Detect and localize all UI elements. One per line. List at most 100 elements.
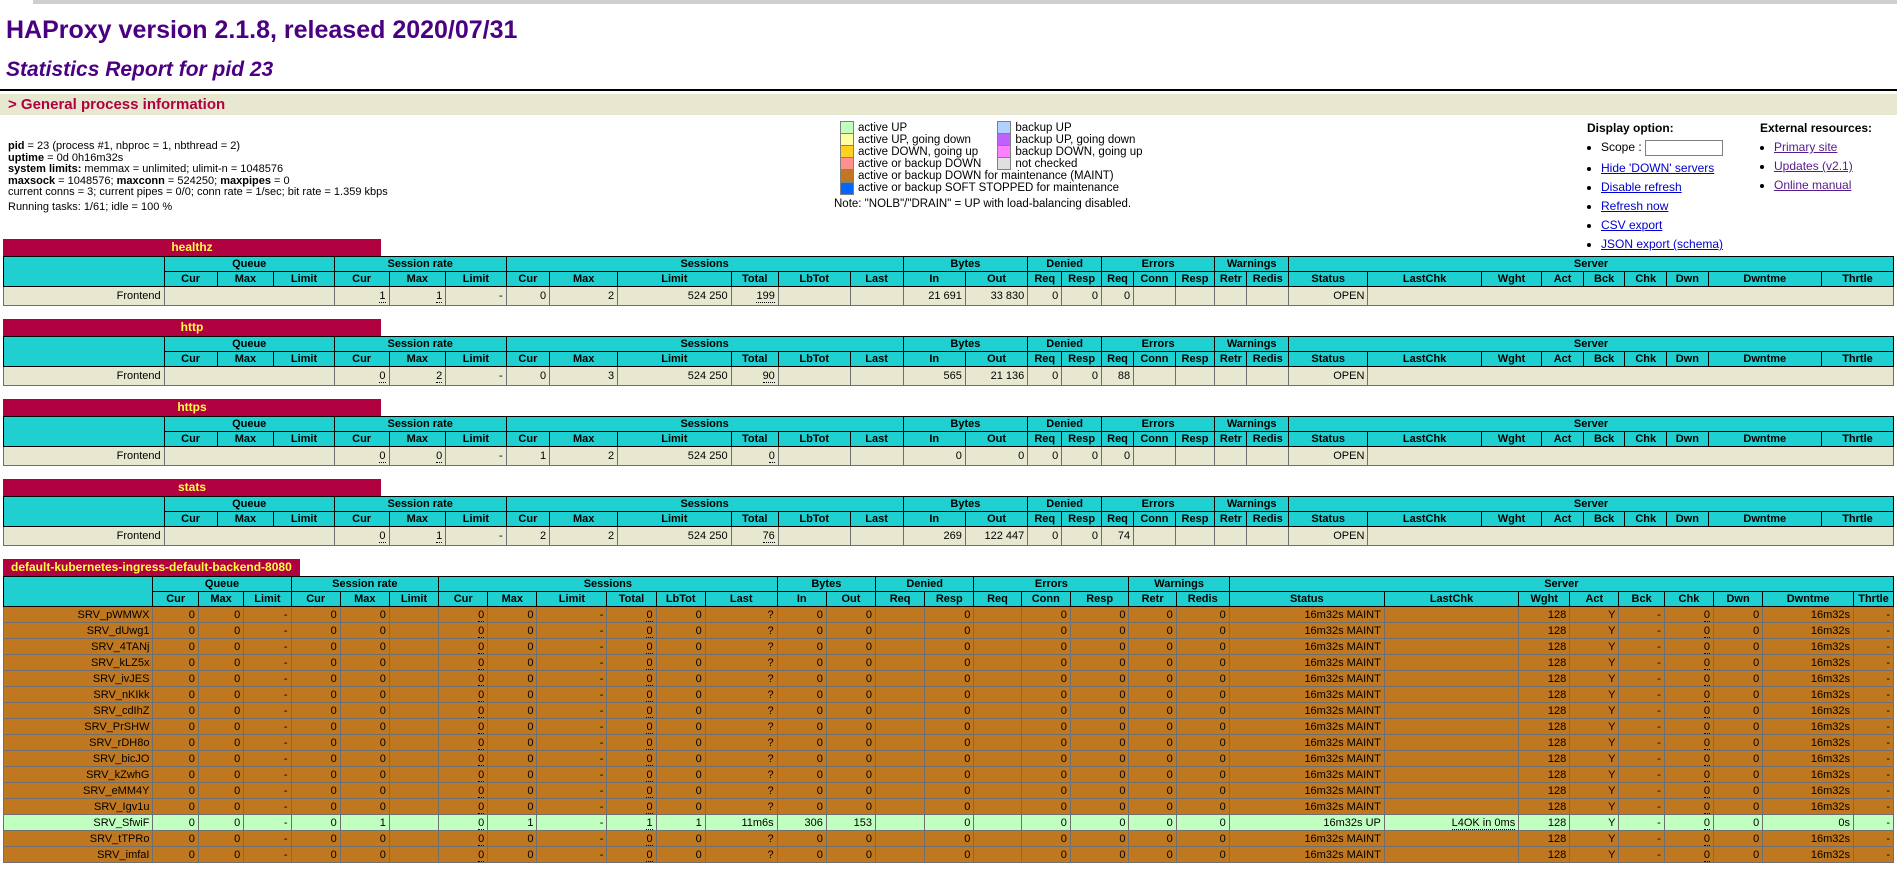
queue-cells — [164, 367, 334, 386]
act: Y — [1570, 655, 1619, 671]
column-header-sslim: Limit — [618, 272, 731, 287]
column-header-bck: Bck — [1619, 592, 1664, 607]
column-group-warnings: Warnings — [1215, 257, 1289, 272]
external-resource-link[interactable]: Updates (v2.1) — [1774, 159, 1853, 173]
column-header-bck: Bck — [1583, 512, 1625, 527]
display-option-link[interactable]: JSON export (schema) — [1601, 237, 1723, 251]
econn: 0 — [1021, 735, 1070, 751]
bout: 0 — [826, 703, 875, 719]
ereq — [974, 847, 1021, 863]
display-option-item: CSV export — [1601, 218, 1775, 232]
eresp: 0 — [1070, 735, 1129, 751]
column-header-dwntme: Dwntme — [1708, 432, 1821, 447]
warnings-redis — [1247, 367, 1289, 386]
qlim: - — [244, 847, 291, 863]
proxy-name-link[interactable]: stats — [3, 479, 381, 496]
last: ? — [705, 831, 777, 847]
last: ? — [705, 847, 777, 863]
qcur: 0 — [153, 831, 198, 847]
denied-req: 0 — [1028, 287, 1062, 306]
wretr: 0 — [1129, 783, 1176, 799]
wredis: 0 — [1176, 719, 1229, 735]
server-row-SRV_4TANj: SRV_4TANj00-00 00-00?00 0 000016m32s MAI… — [4, 639, 1894, 655]
status: 16m32s MAINT — [1229, 847, 1384, 863]
sscur: 0 — [439, 671, 488, 687]
column-header-dwntme: Dwntme — [1708, 352, 1821, 367]
warnings-retr — [1215, 527, 1247, 546]
last: ? — [705, 783, 777, 799]
display-option-link[interactable]: CSV export — [1601, 218, 1662, 232]
wredis: 0 — [1176, 703, 1229, 719]
column-header-dresp: Resp — [1062, 512, 1102, 527]
column-header-lbtot: LbTot — [656, 592, 705, 607]
legend-label: backup UP — [1011, 122, 1159, 134]
proxy-name-link[interactable]: healthz — [3, 239, 381, 256]
server-row-SRV_eMM4Y: SRV_eMM4Y00-00 00-00?00 0 000016m32s MAI… — [4, 783, 1894, 799]
external-resource-link[interactable]: Primary site — [1774, 140, 1837, 154]
eresp: 0 — [1070, 815, 1129, 831]
dwntme: 16m32s — [1763, 623, 1854, 639]
column-group-denied: Denied — [1028, 337, 1102, 352]
legend-row: active or backup DOWNnot checked — [841, 158, 1159, 170]
column-group-server: Server — [1289, 257, 1894, 272]
server-cells — [1368, 287, 1894, 306]
server-row-SRV_PrSHW: SRV_PrSHW00-00 00-00?00 0 000016m32s MAI… — [4, 719, 1894, 735]
legend-swatch-maint-icon — [841, 170, 854, 183]
qlim: - — [244, 671, 291, 687]
dresp: 0 — [925, 815, 974, 831]
sessions-cur: 0 — [506, 367, 549, 386]
proxy-name-link[interactable]: default-kubernetes-ingress-default-backe… — [3, 559, 300, 576]
column-header-smax: Max — [389, 352, 446, 367]
ssmax: 0 — [488, 751, 537, 767]
sslim: - — [537, 655, 607, 671]
column-group-denied: Denied — [876, 577, 974, 592]
divider — [0, 89, 1897, 91]
server-name: SRV_kLZ5x — [4, 655, 153, 671]
sscur: 0 — [439, 607, 488, 623]
chk: 0 — [1664, 767, 1713, 783]
dwn: 0 — [1714, 783, 1763, 799]
dwn: 0 — [1714, 799, 1763, 815]
row-label: Frontend — [4, 527, 165, 546]
corner-header — [4, 337, 165, 367]
column-header-dreq: Req — [1028, 272, 1062, 287]
status: 16m32s MAINT — [1229, 735, 1384, 751]
eresp: 0 — [1070, 767, 1129, 783]
last: ? — [705, 623, 777, 639]
thrtle: - — [1854, 719, 1894, 735]
column-header-act: Act — [1570, 592, 1619, 607]
wght: 128 — [1519, 751, 1570, 767]
display-option-link[interactable]: Disable refresh — [1601, 180, 1682, 194]
display-option-link[interactable]: Hide 'DOWN' servers — [1601, 161, 1714, 175]
column-header-qmax: Max — [217, 512, 274, 527]
status: 16m32s MAINT — [1229, 767, 1384, 783]
external-resource-link[interactable]: Online manual — [1774, 178, 1851, 192]
frontend-row: Frontend 02-03524 25090 56521 1360088 OP… — [4, 367, 1894, 386]
bck: - — [1619, 847, 1664, 863]
econn: 0 — [1021, 831, 1070, 847]
ereq — [974, 623, 1021, 639]
wght: 128 — [1519, 719, 1570, 735]
act: Y — [1570, 671, 1619, 687]
column-header-sscur: Cur — [506, 352, 549, 367]
smax: 0 — [340, 607, 389, 623]
rate-limit: - — [446, 447, 506, 466]
column-group-server: Server — [1289, 497, 1894, 512]
column-group-warnings: Warnings — [1215, 417, 1289, 432]
dwn: 0 — [1714, 607, 1763, 623]
legend-row: active DOWN, going upbackup DOWN, going … — [841, 146, 1159, 158]
econn: 0 — [1021, 655, 1070, 671]
qcur: 0 — [153, 687, 198, 703]
proxy-name-link[interactable]: https — [3, 399, 381, 416]
chk: 0 — [1664, 671, 1713, 687]
scur: 0 — [291, 815, 340, 831]
column-header-dwntme: Dwntme — [1763, 592, 1854, 607]
display-option-link[interactable]: Refresh now — [1601, 199, 1668, 213]
scope-input[interactable] — [1645, 140, 1723, 156]
proxy-block-https: https QueueSession rateSessionsBytesDeni… — [0, 399, 1897, 466]
legend-label: backup UP, going down — [1011, 134, 1159, 146]
column-header-lastchk: LastChk — [1368, 272, 1481, 287]
column-header-stot: Total — [731, 512, 778, 527]
proxy-name-link[interactable]: http — [3, 319, 381, 336]
smax: 0 — [340, 623, 389, 639]
